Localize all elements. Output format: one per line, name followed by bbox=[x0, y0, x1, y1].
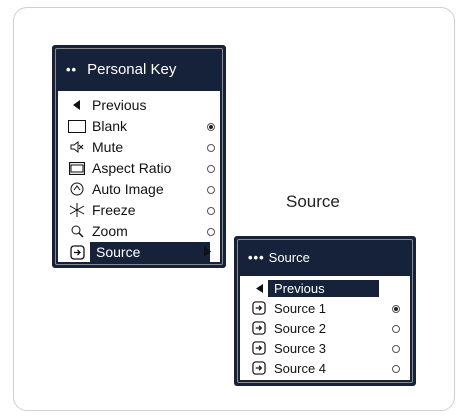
menu-item-mute[interactable]: Mute bbox=[58, 136, 220, 158]
menu-item-label: Source 1 bbox=[274, 300, 327, 316]
menu-item-label: Source 2 bbox=[274, 320, 327, 336]
menu-title-bar: •• Personal Key bbox=[56, 49, 222, 89]
menu-item-source-1[interactable]: Source 1 bbox=[240, 298, 410, 318]
menu-item-blank[interactable]: Blank bbox=[58, 115, 220, 137]
menu-item-label: Blank bbox=[92, 118, 128, 134]
menu-title-bar: ••• Source bbox=[238, 240, 412, 274]
freeze-icon bbox=[66, 203, 88, 217]
source-icon bbox=[250, 301, 268, 315]
dots-icon: •• bbox=[66, 61, 78, 77]
menu-item-source-4[interactable]: Source 4 bbox=[240, 358, 410, 378]
menu-item-previous[interactable]: Previous bbox=[240, 278, 410, 298]
menu-item-label: Freeze bbox=[92, 202, 136, 218]
source-icon bbox=[250, 361, 268, 375]
radio-unselected[interactable] bbox=[207, 228, 215, 236]
menu-item-label: Source bbox=[90, 242, 210, 262]
radio-unselected[interactable] bbox=[207, 144, 215, 152]
menu-item-freeze[interactable]: Freeze bbox=[58, 199, 220, 221]
menu-item-previous[interactable]: Previous bbox=[58, 94, 220, 116]
menu-item-label: Aspect Ratio bbox=[92, 160, 172, 176]
source-caption: Source bbox=[286, 192, 340, 211]
radio-unselected[interactable] bbox=[207, 207, 215, 215]
radio-unselected[interactable] bbox=[392, 324, 400, 333]
radio-selected[interactable] bbox=[392, 304, 400, 313]
source-menu: ••• Source Previous Source 1 Source 2 So… bbox=[234, 236, 416, 386]
dots-icon: ••• bbox=[248, 249, 265, 265]
menu-item-label: Auto Image bbox=[92, 181, 164, 197]
blank-screen-icon bbox=[66, 119, 88, 133]
left-arrow-icon bbox=[250, 283, 268, 293]
source-menu-title: Source bbox=[268, 249, 310, 265]
radio-unselected[interactable] bbox=[392, 344, 400, 353]
radio-unselected[interactable] bbox=[207, 165, 215, 173]
menu-item-label: Previous bbox=[92, 97, 147, 113]
aspect-ratio-icon bbox=[66, 161, 88, 175]
personal-key-title: Personal Key bbox=[87, 60, 177, 78]
menu-item-label: Source 4 bbox=[274, 360, 327, 376]
source-icon bbox=[250, 341, 268, 355]
mute-icon bbox=[66, 141, 88, 153]
menu-item-aspect-ratio[interactable]: Aspect Ratio bbox=[58, 157, 220, 179]
source-icon bbox=[66, 244, 88, 260]
source-icon bbox=[250, 321, 268, 335]
menu-item-label: Mute bbox=[92, 139, 124, 155]
menu-item-auto-image[interactable]: Auto Image bbox=[58, 178, 220, 200]
menu-body: Previous Source 1 Source 2 Source 3 Sour… bbox=[240, 276, 410, 380]
menu-item-label: Previous bbox=[268, 279, 379, 297]
menu-body: Previous Blank Mute Aspect Ratio Auto Im… bbox=[58, 91, 220, 262]
auto-image-icon bbox=[66, 182, 88, 196]
radio-selected[interactable] bbox=[207, 123, 215, 131]
menu-item-label: Source 3 bbox=[274, 340, 327, 356]
menu-item-label: Zoom bbox=[92, 223, 128, 239]
menu-item-source-2[interactable]: Source 2 bbox=[240, 318, 410, 338]
menu-item-zoom[interactable]: Zoom bbox=[58, 220, 220, 242]
radio-unselected[interactable] bbox=[207, 186, 215, 194]
radio-unselected[interactable] bbox=[392, 364, 400, 373]
menu-item-source-3[interactable]: Source 3 bbox=[240, 338, 410, 358]
zoom-icon bbox=[66, 225, 88, 238]
submenu-arrow-icon bbox=[198, 244, 216, 260]
left-arrow-icon bbox=[66, 100, 88, 110]
personal-key-menu: •• Personal Key Previous Blank Mute Aspe… bbox=[52, 45, 226, 268]
menu-item-source[interactable]: Source bbox=[58, 241, 220, 263]
